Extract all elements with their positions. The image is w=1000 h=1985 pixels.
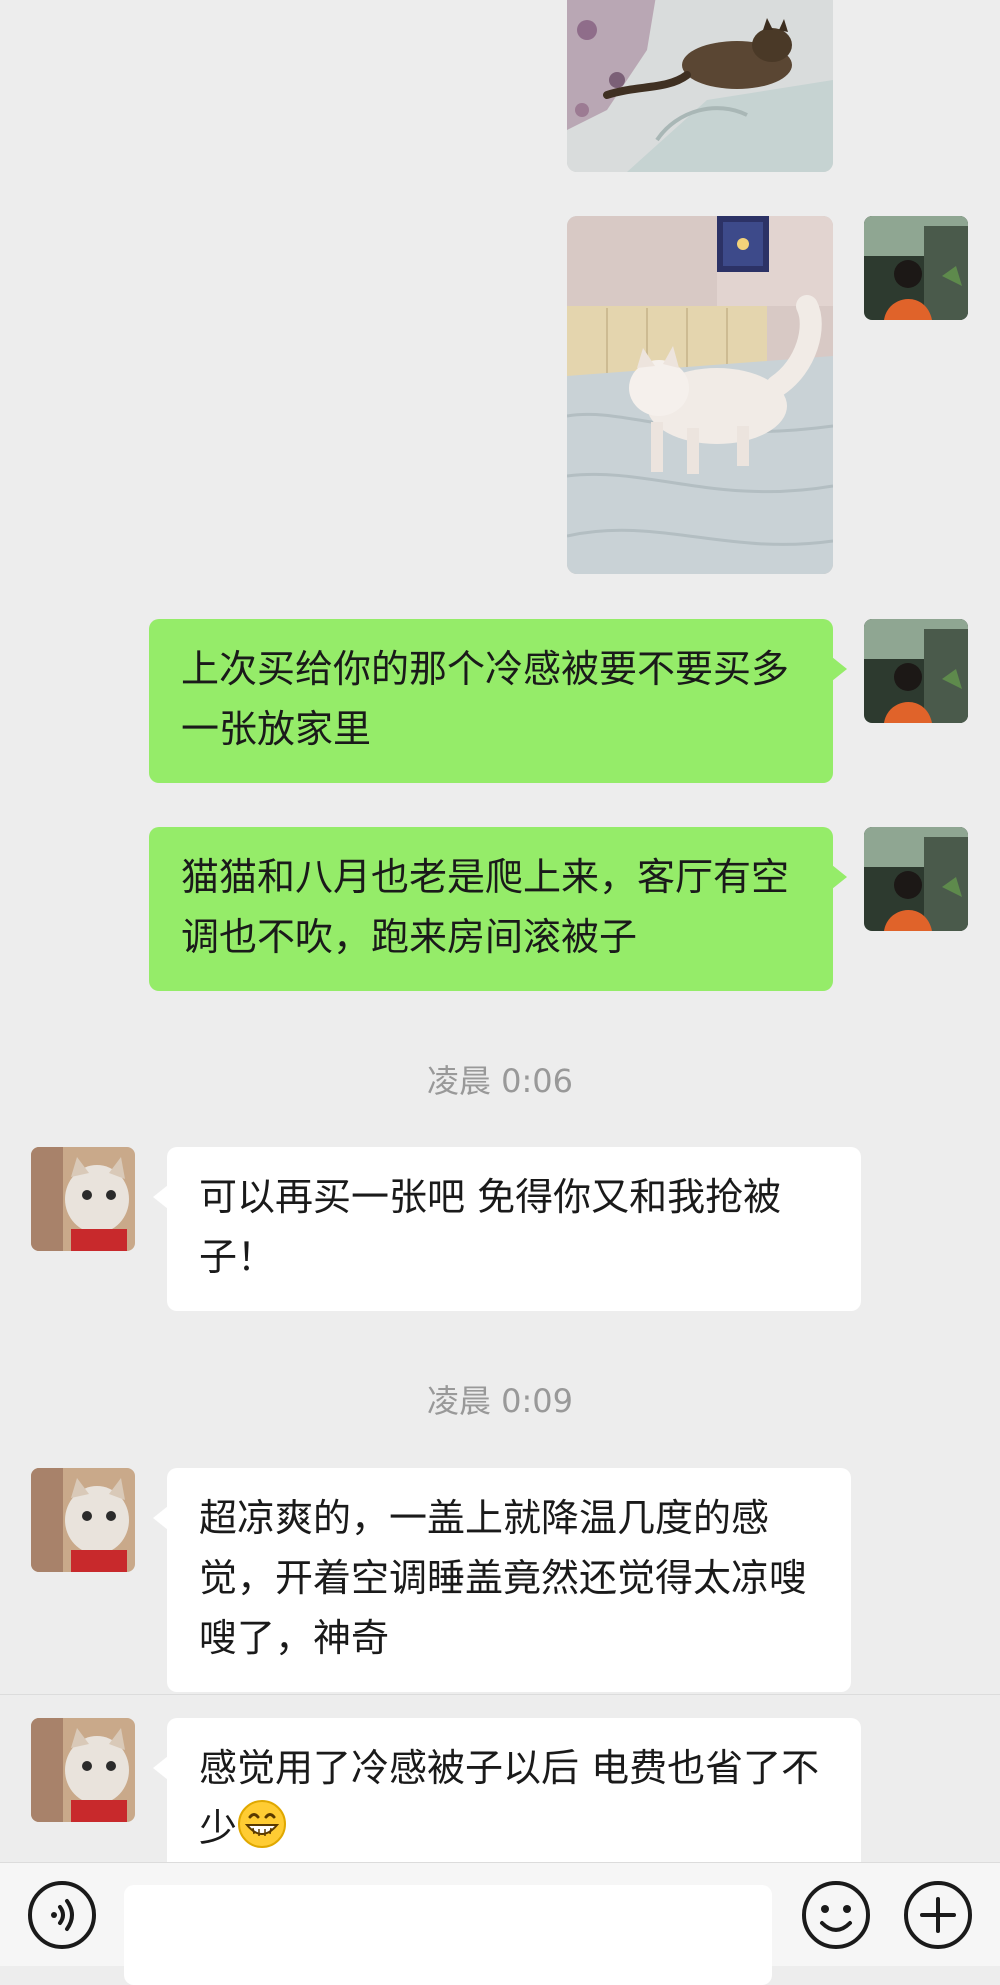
message-text: 猫猫和八月也老是爬上来，客厅有空调也不吹，跑来房间滚被子: [181, 855, 790, 959]
timestamp: 凌晨 0:06: [426, 1062, 574, 1100]
my-avatar[interactable]: [864, 216, 968, 320]
smiley-icon[interactable]: [800, 1879, 872, 1951]
message-text: 上次买给你的那个冷感被要不要买多一张放家里: [181, 647, 790, 751]
message-bubble-incoming[interactable]: 感觉用了冷感被子以后 电费也省了不少: [153, 1718, 861, 1882]
message-bubble-incoming[interactable]: 超凉爽的，一盖上就降温几度的感觉，开着空调睡盖竟然还觉得太凉嗖嗖了，神奇: [153, 1468, 851, 1692]
plus-icon[interactable]: [902, 1879, 974, 1951]
message-bubble-outgoing[interactable]: 猫猫和八月也老是爬上来，客厅有空调也不吹，跑来房间滚被子: [149, 827, 847, 991]
my-avatar[interactable]: [864, 619, 968, 723]
message-input[interactable]: [124, 1885, 772, 1985]
contact-avatar[interactable]: [31, 1147, 135, 1251]
divider: [0, 1694, 1000, 1695]
chat-image-white-cat[interactable]: [567, 216, 833, 574]
grinning-face-emoji: [238, 1800, 287, 1848]
voice-icon[interactable]: [26, 1879, 98, 1951]
message-bubble-outgoing[interactable]: 上次买给你的那个冷感被要不要买多一张放家里: [149, 619, 847, 783]
message-text: 超凉爽的，一盖上就降温几度的感觉，开着空调睡盖竟然还觉得太凉嗖嗖了，神奇: [199, 1496, 808, 1660]
message-bubble-incoming[interactable]: 可以再买一张吧 免得你又和我抢被子！: [153, 1147, 861, 1311]
message-text: 可以再买一张吧 免得你又和我抢被子！: [199, 1175, 782, 1279]
timestamp: 凌晨 0:09: [426, 1382, 574, 1420]
contact-avatar[interactable]: [31, 1468, 135, 1572]
my-avatar[interactable]: [864, 827, 968, 931]
chat-image-tabby-cat[interactable]: [567, 0, 833, 172]
input-bar: [0, 1862, 1000, 1985]
message-text: 感觉用了冷感被子以后 电费也省了不少: [199, 1746, 820, 1850]
contact-avatar[interactable]: [31, 1718, 135, 1822]
